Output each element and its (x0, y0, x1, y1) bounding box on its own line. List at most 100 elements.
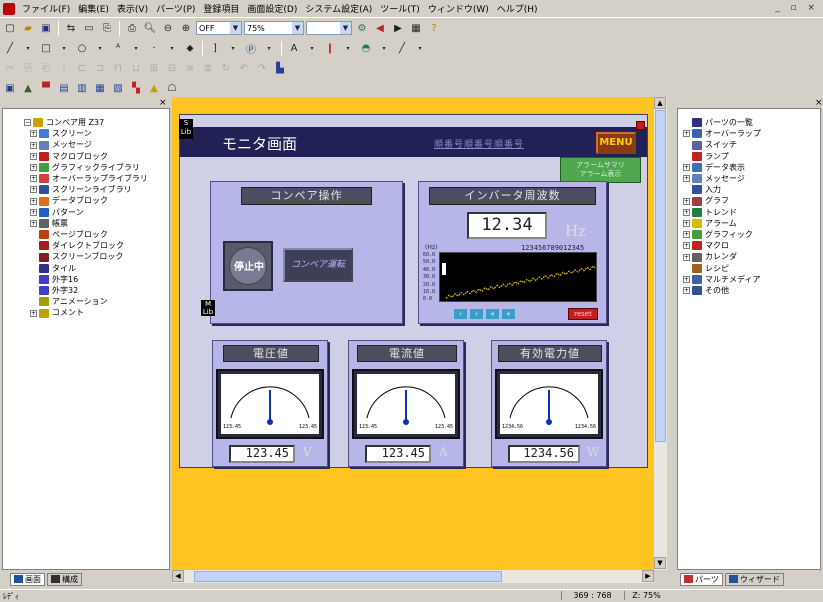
expand-icon[interactable]: + (30, 219, 37, 227)
close-icon[interactable]: × (159, 98, 167, 108)
reset-button[interactable]: reset (568, 308, 598, 320)
expand-icon[interactable]: + (683, 197, 690, 205)
font-color-icon[interactable]: A (286, 41, 302, 56)
tree-item[interactable]: + データブロック (30, 195, 169, 206)
tree-item[interactable]: 外字16 (30, 274, 169, 285)
nav-last-icon[interactable]: » (502, 309, 515, 319)
expand-icon[interactable]: + (30, 163, 37, 171)
expand-icon[interactable]: + (30, 186, 37, 194)
grid-icon[interactable]: ▦ (408, 21, 424, 36)
tree-item[interactable]: アニメーション (30, 296, 169, 307)
scroll-right-icon[interactable]: ▶ (642, 570, 654, 582)
save-icon[interactable]: ▣ (38, 21, 54, 36)
expand-icon[interactable]: + (30, 130, 37, 138)
tree-item[interactable]: + メッセージ (683, 173, 820, 184)
vertical-scrollbar[interactable]: ▲ ▼ (654, 97, 667, 570)
zoom-select-2[interactable]: ▼ (306, 21, 352, 35)
pattern-tool-icon[interactable]: Ⓟ (243, 41, 259, 56)
scroll-up-icon[interactable]: ▲ (654, 97, 666, 109)
tree-item[interactable]: + グラフィックライブラリ (30, 162, 169, 173)
tree-item[interactable]: 入力 (683, 184, 820, 195)
nav-first-icon[interactable]: « (486, 309, 499, 319)
close-right-icon[interactable]: × (815, 98, 823, 108)
vertical-scroll-thumb[interactable] (655, 110, 666, 442)
help-icon[interactable]: ? (426, 21, 442, 36)
menu-item[interactable]: 編集(E) (74, 2, 113, 15)
line-tool-icon[interactable]: ╱ (2, 41, 18, 56)
window-controls[interactable]: _ ▫ × (775, 3, 819, 13)
rect-tool-icon[interactable]: □ (38, 41, 54, 56)
tree-item[interactable]: パーツの一覧 (683, 117, 820, 128)
menu-item[interactable]: ヘルプ(H) (493, 2, 542, 15)
tree-item[interactable]: レシピ (683, 263, 820, 274)
recipe-icon[interactable]: ☖ (164, 81, 180, 96)
text-tool-icon[interactable]: ᴬ (110, 41, 126, 56)
open-folder-icon[interactable]: ▰ (20, 21, 36, 36)
scroll-left-icon[interactable]: ◀ (172, 570, 184, 582)
expand-icon[interactable]: + (683, 253, 690, 261)
menu-item[interactable]: ツール(T) (376, 2, 424, 15)
undo-icon[interactable]: ↶ (236, 61, 252, 76)
expand-icon[interactable]: + (683, 163, 690, 171)
horizontal-scroll-thumb[interactable] (194, 571, 502, 582)
tree-item[interactable]: ダイレクトブロック (30, 240, 169, 251)
data2-icon[interactable]: ▥ (74, 81, 90, 96)
tool-icon[interactable]: ⚙ (354, 21, 370, 36)
tab-wizard[interactable]: ウィザード (724, 572, 784, 586)
preview-icon[interactable]: 🔍︎ (142, 21, 158, 36)
copy2-icon[interactable]: ⎘ (20, 61, 36, 76)
horizontal-scrollbar[interactable]: ◀ ▶ (172, 570, 654, 583)
transfer-icon[interactable]: ⇆ (63, 21, 79, 36)
expand-icon[interactable]: + (30, 309, 37, 317)
expand-icon[interactable]: + (683, 130, 690, 138)
tree-item[interactable]: + メッセージ (30, 139, 169, 150)
graph-icon[interactable]: ▦ (92, 81, 108, 96)
tree-item[interactable]: + アラーム (683, 218, 820, 229)
nav-prev-icon[interactable]: ‹ (454, 309, 467, 319)
expand-icon[interactable]: + (30, 141, 37, 149)
screen-icon[interactable]: ▭ (81, 21, 97, 36)
tree-item[interactable]: + スクリーンライブラリ (30, 184, 169, 195)
tree-item[interactable]: + パターン (30, 207, 169, 218)
tree-item[interactable]: + コメント (30, 307, 169, 318)
menu-button[interactable]: MENU (596, 132, 636, 154)
cut-icon[interactable]: ✂ (2, 61, 18, 76)
graph2-icon[interactable]: ▧ (110, 81, 126, 96)
copy-icon[interactable]: ⎘ (99, 21, 115, 36)
tab-parts[interactable]: パーツ (680, 572, 723, 586)
mode-select[interactable]: OFF ▼ (196, 21, 242, 35)
print-icon[interactable]: ⎙ (124, 21, 140, 36)
pen-color-icon[interactable]: ❙ (322, 41, 338, 56)
align3-icon[interactable]: ⊐ (92, 61, 108, 76)
tree-item[interactable]: + カレンダ (683, 251, 820, 262)
expand-icon[interactable]: + (30, 197, 37, 205)
align4-icon[interactable]: ⊓ (110, 61, 126, 76)
expand-icon[interactable]: + (683, 231, 690, 239)
expand-icon[interactable]: + (683, 287, 690, 295)
monitor-screen[interactable]: S Lib モニタ画面 順番号順番号順番号 MENU アラームサマリ アラーム表… (179, 114, 648, 468)
circle-tool-icon[interactable]: ○ (74, 41, 90, 56)
tree-item[interactable]: + マクロ (683, 240, 820, 251)
expand-icon[interactable]: + (30, 208, 37, 216)
tree-item[interactable]: + マルチメディア (683, 274, 820, 285)
menu-item[interactable]: システム設定(A) (301, 2, 376, 15)
line-style-icon[interactable]: ╱ (394, 41, 410, 56)
tree-item[interactable]: タイル (30, 263, 169, 274)
tab-structure[interactable]: 構成 (47, 572, 82, 586)
menu-item[interactable]: ファイル(F) (18, 2, 74, 15)
align2-icon[interactable]: ⊏ (74, 61, 90, 76)
tree-item[interactable]: + トレンド (683, 207, 820, 218)
forward-icon[interactable]: ▶ (390, 21, 406, 36)
expand-icon[interactable]: + (683, 219, 690, 227)
tree-item[interactable]: 外字32 (30, 285, 169, 296)
expand-icon[interactable]: + (683, 242, 690, 250)
zoom-select[interactable]: 75% ▼ (244, 21, 304, 35)
tree-item[interactable]: + オーバーラップ (683, 128, 820, 139)
menu-item[interactable]: ウィンドウ(W) (424, 2, 493, 15)
zoom-out-icon[interactable]: ⊖ (160, 21, 176, 36)
menu-item[interactable]: 画面設定(D) (243, 2, 301, 15)
nav-next-icon[interactable]: › (470, 309, 483, 319)
tree-item[interactable]: + グラフィック (683, 229, 820, 240)
tree-item[interactable]: + データ表示 (683, 162, 820, 173)
tree-item[interactable]: + グラフ (683, 195, 820, 206)
